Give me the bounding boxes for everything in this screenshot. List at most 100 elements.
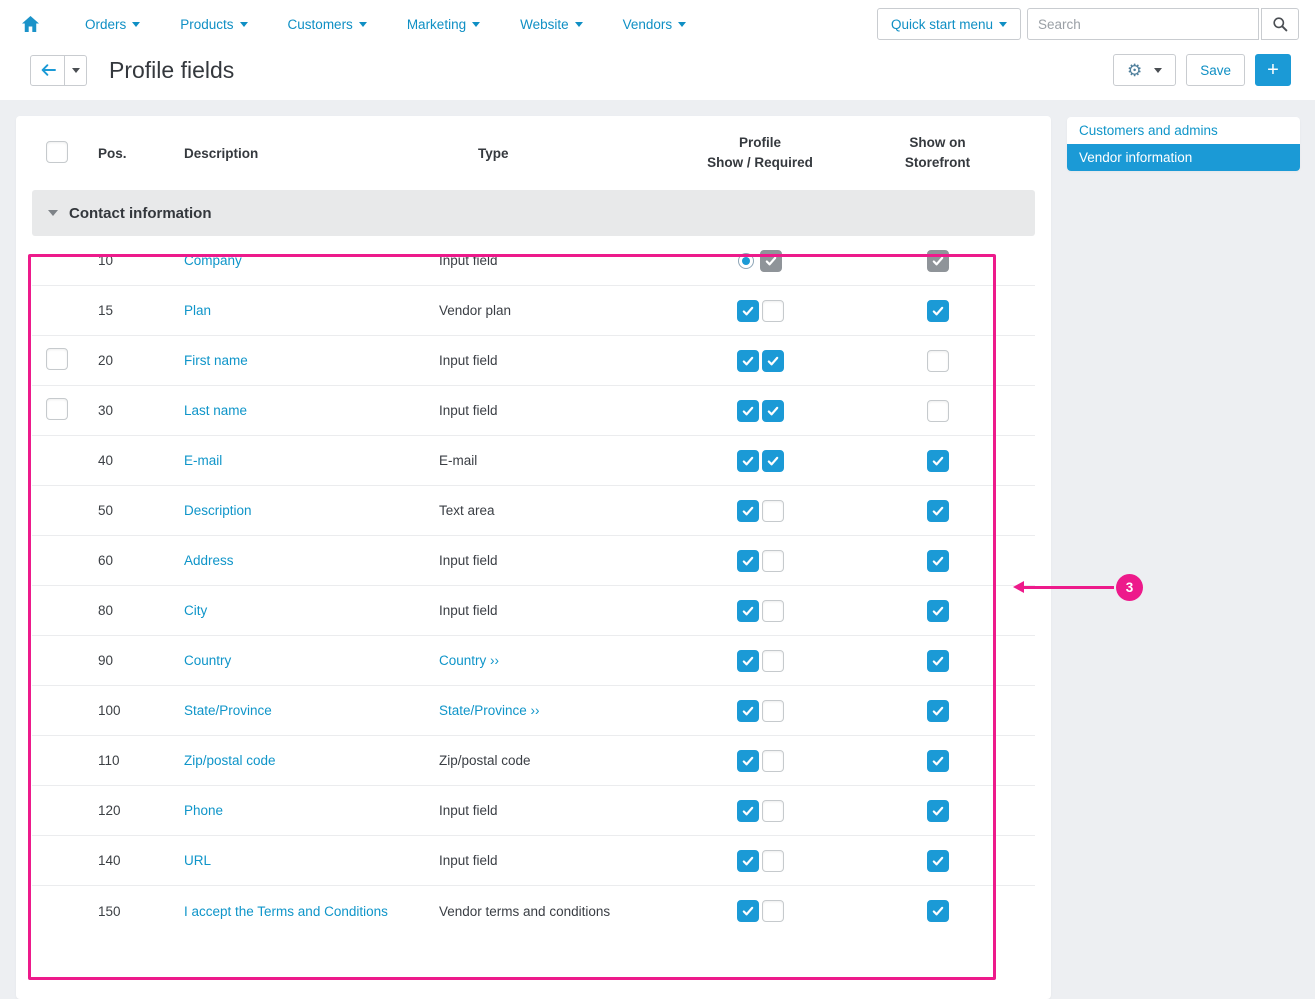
- profile-fields-card: Pos. Description Type Profile Show / Req…: [16, 116, 1051, 999]
- nav-item-marketing[interactable]: Marketing: [407, 17, 480, 32]
- storefront-checkbox[interactable]: [927, 450, 949, 472]
- row-description-link[interactable]: State/Province: [184, 703, 272, 718]
- profile-required-checkbox[interactable]: [762, 550, 784, 572]
- row-pos: 20: [78, 353, 170, 368]
- profile-required-checkbox[interactable]: [760, 250, 782, 272]
- section-title: Contact information: [69, 205, 212, 222]
- nav-item-products[interactable]: Products: [180, 17, 247, 32]
- storefront-checkbox[interactable]: [927, 850, 949, 872]
- row-description-link[interactable]: I accept the Terms and Conditions: [184, 904, 388, 919]
- row-description-link[interactable]: Zip/postal code: [184, 753, 276, 768]
- storefront-checkbox[interactable]: [927, 350, 949, 372]
- table-row: 90 Country Country ››: [32, 636, 1035, 686]
- row-description-link[interactable]: URL: [184, 853, 211, 868]
- profile-required-checkbox[interactable]: [762, 800, 784, 822]
- profile-show-control[interactable]: [737, 650, 759, 672]
- storefront-checkbox[interactable]: [927, 300, 949, 322]
- profile-required-checkbox[interactable]: [762, 400, 784, 422]
- profile-show-control[interactable]: [737, 500, 759, 522]
- row-description-link[interactable]: Company: [184, 253, 242, 268]
- back-split-button: [30, 55, 87, 86]
- row-description-link[interactable]: Address: [184, 553, 234, 568]
- search-input[interactable]: [1027, 8, 1259, 40]
- profile-show-control[interactable]: [737, 350, 759, 372]
- row-description-link[interactable]: Plan: [184, 303, 211, 318]
- row-description-link[interactable]: City: [184, 603, 207, 618]
- row-pos: 40: [78, 453, 170, 468]
- storefront-checkbox[interactable]: [927, 650, 949, 672]
- storefront-checkbox[interactable]: [927, 400, 949, 422]
- nav-item-orders[interactable]: Orders: [85, 17, 140, 32]
- sidebar-item-customers-and-admins[interactable]: Customers and admins: [1067, 117, 1300, 144]
- annotation-arrow: [1024, 586, 1114, 589]
- save-button[interactable]: Save: [1186, 54, 1245, 86]
- profile-required-checkbox[interactable]: [762, 700, 784, 722]
- storefront-checkbox[interactable]: [927, 550, 949, 572]
- search-button[interactable]: [1261, 8, 1299, 40]
- row-type: Input field: [439, 603, 498, 618]
- profile-required-checkbox[interactable]: [762, 350, 784, 372]
- profile-required-checkbox[interactable]: [762, 650, 784, 672]
- profile-show-control[interactable]: [738, 253, 754, 269]
- nav-item-vendors[interactable]: Vendors: [623, 17, 687, 32]
- row-select-checkbox[interactable]: [46, 398, 68, 420]
- home-icon[interactable]: [16, 16, 45, 32]
- profile-show-control[interactable]: [737, 900, 759, 922]
- row-description-link[interactable]: Last name: [184, 403, 247, 418]
- row-pos: 60: [78, 553, 170, 568]
- profile-show-control[interactable]: [737, 850, 759, 872]
- quick-start-menu-button[interactable]: Quick start menu: [877, 8, 1021, 40]
- profile-show-control[interactable]: [737, 450, 759, 472]
- section-contact-information[interactable]: Contact information: [32, 190, 1035, 236]
- profile-required-checkbox[interactable]: [762, 750, 784, 772]
- row-description-link[interactable]: First name: [184, 353, 248, 368]
- back-dropdown-button[interactable]: [65, 55, 87, 86]
- profile-required-checkbox[interactable]: [762, 850, 784, 872]
- table-body: 10 Company Input field 15 Plan Vendor pl…: [16, 236, 1051, 936]
- row-type: Vendor terms and conditions: [439, 904, 610, 919]
- row-pos: 50: [78, 503, 170, 518]
- settings-gear-button[interactable]: ⚙: [1113, 54, 1176, 86]
- add-button[interactable]: +: [1255, 54, 1291, 86]
- row-type: Country ››: [439, 653, 499, 668]
- row-pos: 15: [78, 303, 170, 318]
- storefront-checkbox[interactable]: [927, 500, 949, 522]
- storefront-checkbox[interactable]: [927, 800, 949, 822]
- row-pos: 10: [78, 253, 170, 268]
- back-button[interactable]: [30, 55, 65, 86]
- arrow-left-icon: [40, 63, 56, 77]
- row-description-link[interactable]: E-mail: [184, 453, 222, 468]
- profile-show-control[interactable]: [737, 400, 759, 422]
- row-description-link[interactable]: Phone: [184, 803, 223, 818]
- profile-show-control[interactable]: [737, 600, 759, 622]
- profile-show-control[interactable]: [737, 550, 759, 572]
- row-description-link[interactable]: Description: [184, 503, 252, 518]
- profile-required-checkbox[interactable]: [762, 900, 784, 922]
- table-row: 30 Last name Input field: [32, 386, 1035, 436]
- chevron-down-icon: [1154, 68, 1162, 73]
- nav-item-customers[interactable]: Customers: [288, 17, 367, 32]
- nav-item-website[interactable]: Website: [520, 17, 583, 32]
- profile-show-control[interactable]: [737, 750, 759, 772]
- profile-show-control[interactable]: [737, 300, 759, 322]
- storefront-checkbox[interactable]: [927, 250, 949, 272]
- storefront-checkbox[interactable]: [927, 700, 949, 722]
- row-pos: 140: [78, 853, 170, 868]
- profile-required-checkbox[interactable]: [762, 300, 784, 322]
- row-description-link[interactable]: Country: [184, 653, 231, 668]
- profile-show-control[interactable]: [737, 700, 759, 722]
- storefront-checkbox[interactable]: [927, 600, 949, 622]
- storefront-checkbox[interactable]: [927, 750, 949, 772]
- storefront-checkbox[interactable]: [927, 900, 949, 922]
- row-select-checkbox[interactable]: [46, 348, 68, 370]
- row-type: Input field: [439, 253, 498, 268]
- profile-required-checkbox[interactable]: [762, 450, 784, 472]
- row-type: Input field: [439, 803, 498, 818]
- table-row: 60 Address Input field: [32, 536, 1035, 586]
- profile-required-checkbox[interactable]: [762, 600, 784, 622]
- column-header-pos: Pos.: [78, 146, 170, 161]
- select-all-checkbox[interactable]: [46, 141, 68, 163]
- sidebar-item-vendor-information[interactable]: Vendor information: [1067, 144, 1300, 171]
- profile-show-control[interactable]: [737, 800, 759, 822]
- profile-required-checkbox[interactable]: [762, 500, 784, 522]
